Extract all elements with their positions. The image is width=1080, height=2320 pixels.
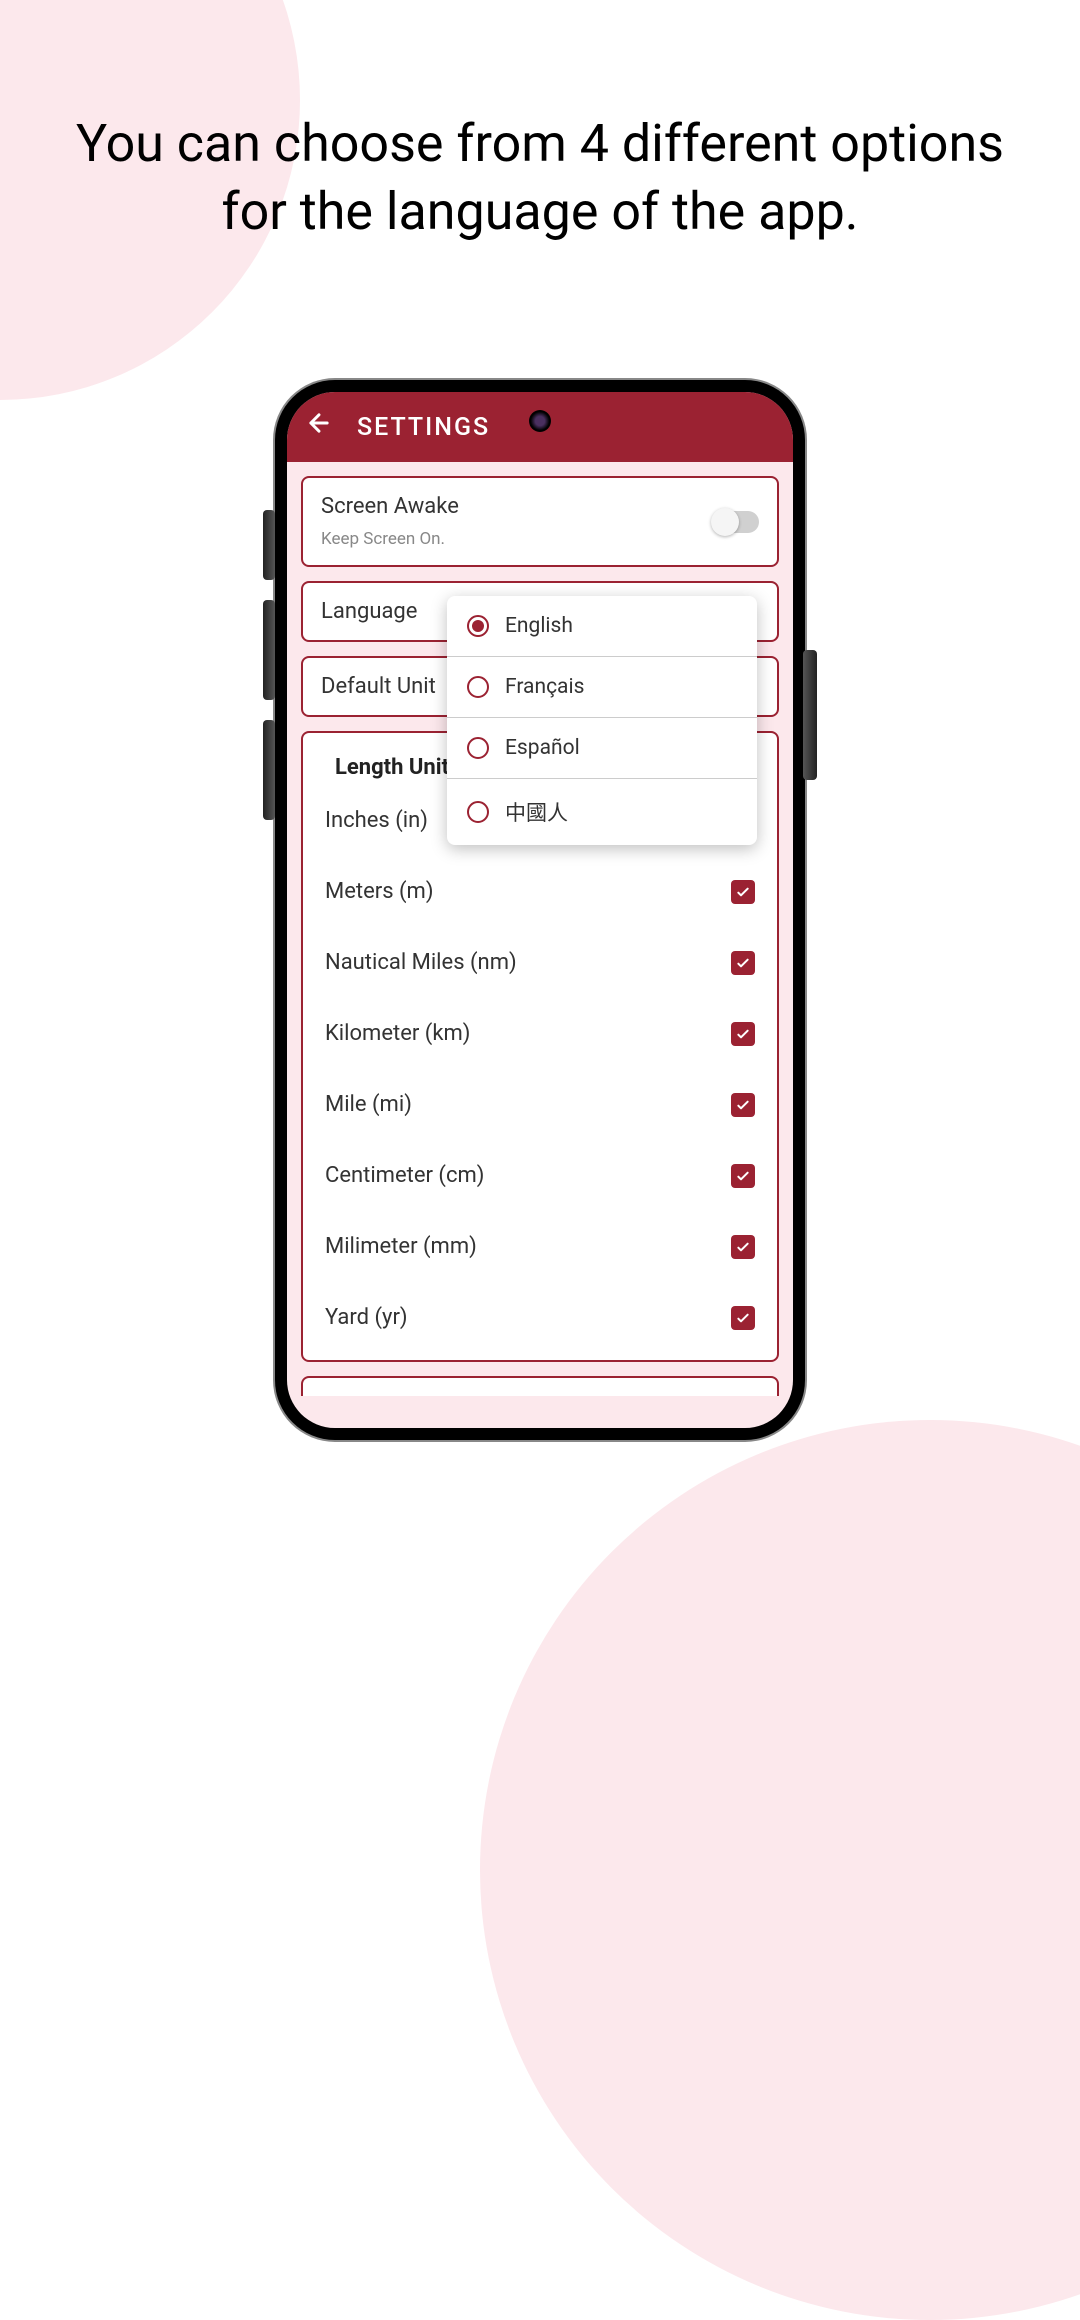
list-item: Milimeter (mm) xyxy=(325,1234,755,1259)
page-title: SETTINGS xyxy=(357,413,490,442)
list-item: Meters (m) xyxy=(325,879,755,904)
language-option-label: Français xyxy=(505,675,584,699)
language-option-english[interactable]: English xyxy=(447,596,757,657)
unit-checkbox[interactable] xyxy=(731,1022,755,1046)
unit-checkbox[interactable] xyxy=(731,1093,755,1117)
unit-checkbox[interactable] xyxy=(731,1306,755,1330)
language-option-espanol[interactable]: Español xyxy=(447,718,757,779)
promo-headline: You can choose from 4 different options … xyxy=(0,0,1080,245)
unit-label: Centimeter (cm) xyxy=(325,1163,484,1188)
phone-button-left-2 xyxy=(263,600,275,700)
language-option-label: Español xyxy=(505,736,580,760)
list-item: Kilometer (km) xyxy=(325,1021,755,1046)
unit-checkbox[interactable] xyxy=(731,1164,755,1188)
phone-button-left-1 xyxy=(263,510,275,580)
language-option-label: 中國人 xyxy=(505,797,568,827)
unit-checkbox[interactable] xyxy=(731,880,755,904)
list-item: Centimeter (cm) xyxy=(325,1163,755,1188)
decorative-blob-bottom xyxy=(480,1420,1080,2320)
screen-awake-title: Screen Awake xyxy=(321,494,459,519)
language-option-chinese[interactable]: 中國人 xyxy=(447,779,757,845)
screen-awake-toggle[interactable] xyxy=(713,511,759,533)
unit-label: Yard (yr) xyxy=(325,1305,408,1330)
unit-label: Kilometer (km) xyxy=(325,1021,470,1046)
phone-button-left-3 xyxy=(263,720,275,820)
unit-label: Nautical Miles (nm) xyxy=(325,950,517,975)
unit-label: Inches (in) xyxy=(325,808,428,833)
list-item: Mile (mi) xyxy=(325,1092,755,1117)
language-dropdown: English Français Español 中國人 xyxy=(447,596,757,845)
unit-checkbox[interactable] xyxy=(731,951,755,975)
unit-label: Milimeter (mm) xyxy=(325,1234,477,1259)
screen-awake-card: Screen Awake Keep Screen On. xyxy=(301,476,779,567)
phone-frame: SETTINGS Screen Awake Keep Screen On. La… xyxy=(275,380,805,1440)
phone-camera xyxy=(529,410,551,432)
language-option-label: English xyxy=(505,614,573,638)
phone-screen: SETTINGS Screen Awake Keep Screen On. La… xyxy=(287,392,793,1428)
phone-button-right xyxy=(803,650,817,780)
radio-icon xyxy=(467,737,489,759)
list-item: Nautical Miles (nm) xyxy=(325,950,755,975)
next-card-peek xyxy=(301,1376,779,1396)
back-arrow-icon[interactable] xyxy=(305,409,333,445)
unit-label: Mile (mi) xyxy=(325,1092,412,1117)
unit-label: Meters (m) xyxy=(325,879,434,904)
unit-checkbox[interactable] xyxy=(731,1235,755,1259)
language-option-francais[interactable]: Français xyxy=(447,657,757,718)
list-item: Yard (yr) xyxy=(325,1305,755,1330)
screen-awake-subtitle: Keep Screen On. xyxy=(321,529,459,549)
radio-icon xyxy=(467,676,489,698)
radio-icon xyxy=(467,615,489,637)
radio-icon xyxy=(467,801,489,823)
